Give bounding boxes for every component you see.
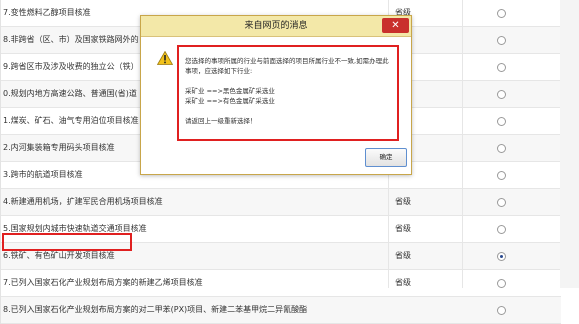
dialog-content: 您选择的事项所属的行业与前面选择的项目所属行业不一致,如需办理此 事项，应选择如…: [141, 37, 411, 174]
column-divider: [462, 0, 463, 288]
dialog-titlebar: 来自网页的消息 ✕: [141, 16, 411, 37]
dialog-title: 来自网页的消息: [244, 21, 308, 31]
table-row[interactable]: 4.新建通用机场，扩建军民合用机场项目核准 省级: [1, 189, 561, 216]
item-radio[interactable]: [497, 306, 506, 315]
item-name: 3.跨市的航道项目核准: [3, 170, 83, 179]
item-name: 2.内河集装箱专用码头项目核准: [3, 143, 115, 152]
item-radio[interactable]: [497, 63, 506, 72]
item-name: 8.非跨省（区、市）及国家铁路网外的: [3, 35, 139, 44]
item-name: 7.变性燃料乙醇项目核准: [3, 8, 91, 17]
item-name: 9.跨省区市及涉及收费的独立公（铁）: [3, 62, 139, 71]
alert-dialog: 来自网页的消息 ✕ 您选择的事项所属的行业与前面选择的项目所属行业不一致,如需办…: [140, 15, 412, 175]
message-line: 请返回上一级重新选择！: [185, 117, 257, 125]
item-radio[interactable]: [497, 36, 506, 45]
item-radio[interactable]: [497, 225, 506, 234]
item-name: 8.已列入国家石化产业规划布局方案的对二甲苯(PX)项目、新建二苯基甲烷二异氰酸…: [3, 305, 308, 314]
item-radio[interactable]: [497, 198, 506, 207]
item-name: 4.新建通用机场，扩建军民合用机场项目核准: [3, 197, 163, 206]
item-name: 7.已列入国家石化产业规划布局方案的新建乙烯项目核准: [3, 278, 203, 287]
item-level: 省级: [395, 278, 411, 287]
item-name: 1.煤炭、矿石、油气专用泊位项目核准: [3, 116, 139, 125]
close-icon: ✕: [391, 20, 400, 31]
item-name: 0.规划内地方高速公路、普通国(省)道: [3, 89, 137, 98]
item-radio[interactable]: [497, 9, 506, 18]
message-option: 采矿业 ==>黑色金属矿采选业: [185, 87, 275, 95]
table-row[interactable]: 7.已列入国家石化产业规划布局方案的新建乙烯项目核准 省级: [1, 270, 561, 297]
ok-button[interactable]: 确定: [365, 148, 407, 167]
item-radio[interactable]: [497, 252, 506, 261]
item-radio[interactable]: [497, 171, 506, 180]
item-level: 省级: [395, 197, 411, 206]
message-highlight-box: 您选择的事项所属的行业与前面选择的项目所属行业不一致,如需办理此 事项，应选择如…: [177, 45, 399, 141]
item-level: 省级: [395, 224, 411, 233]
item-level: 省级: [395, 251, 411, 260]
item-radio[interactable]: [497, 144, 506, 153]
item-radio[interactable]: [497, 90, 506, 99]
message-line: 事项，应选择如下行业:: [185, 67, 253, 75]
message-line: 您选择的事项所属的行业与前面选择的项目所属行业不一致,如需办理此: [185, 57, 389, 65]
scrollbar[interactable]: [560, 0, 579, 288]
table-row[interactable]: 8.已列入国家石化产业规划布局方案的对二甲苯(PX)项目、新建二苯基甲烷二异氰酸…: [1, 297, 561, 324]
item-radio[interactable]: [497, 279, 506, 288]
close-button[interactable]: ✕: [382, 18, 409, 33]
warning-icon: [157, 51, 173, 65]
item-radio[interactable]: [497, 117, 506, 126]
message-option: 采矿业 ==>有色金属矿采选业: [185, 97, 275, 105]
selected-item-highlight: [2, 233, 132, 251]
